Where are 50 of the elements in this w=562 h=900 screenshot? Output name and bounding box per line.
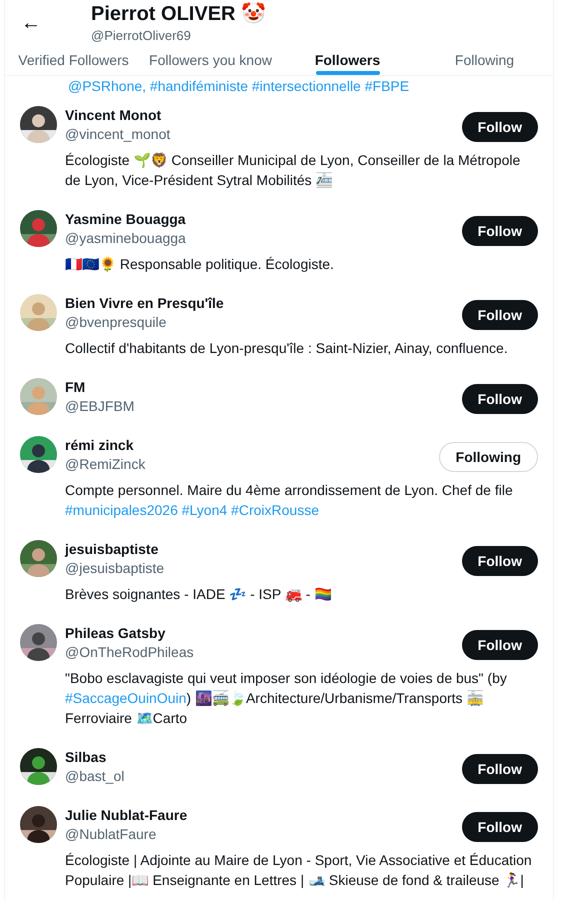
bio-text: Écologiste 🌱🦁 Conseiller Municipal de Lyon, Conseiller de la Métropole de Lyon, Vice-Président Sytral Mobilités 🚈 (65, 151, 522, 190)
profile-handle: @PierrotOliver69 (91, 27, 192, 46)
user-name: FM (65, 378, 86, 396)
follower-row[interactable]: Bien Vivre en Presqu'île @bvenpresquile Follow Collectif d'habitants de Lyon-presqu'île : Saint-Nizier, Ainay, confluence. (5, 284, 553, 368)
user-handle: @OnTheRodPhileas (65, 643, 194, 662)
follow-button[interactable]: Follow (462, 384, 538, 414)
tab[interactable]: Following (416, 46, 553, 75)
user-name: Julie Nublat-Faure (65, 806, 188, 824)
user-handle: @bast_ol (65, 767, 124, 786)
user-name: Vincent Monot (65, 106, 162, 124)
user-name: Yasmine Bouagga (65, 210, 186, 228)
bio-text: "Bobo esclavagiste qui veut imposer son idéologie de voies de bus" (by #SaccageOuinOuin) 🌆🚎🍃Architecture/Urbanisme/Transports 🚋 Ferroviaire 🗺Carto (65, 669, 508, 728)
follower-row[interactable]: jesuisbaptiste @jesuisbaptiste Follow Brèves soignantes - IADE 💤 - ISP 🚒 - 🏳‍🌈 (5, 530, 553, 614)
user-name: Silbas (65, 748, 108, 766)
user-name: Bien Vivre en Presqu'île (65, 294, 224, 312)
user-handle: @RemiZinck (65, 455, 146, 474)
user-name: jesuisbaptiste (65, 540, 160, 558)
follower-row[interactable]: Julie Nublat-Faure @NublatFaure Follow Écologiste | Adjointe au Maire de Lyon - Sport, Vie Associative et Éducation Populaire |📖 Enseignante en Lettres | 🎿 Skieuse de fond & traileuse 🏃‍♀| (5, 796, 553, 900)
tab[interactable]: Followers (279, 46, 416, 75)
bio-text: Écologiste | Adjointe au Maire de Lyon - Sport, Vie Associative et Éducation Populaire |📖 Enseignante en Lettres | 🎿 Skieuse de fond & traileuse 🏃‍♀| (65, 851, 533, 890)
user-handle: @EBJFBM (65, 397, 134, 416)
user-handle: @NublatFaure (65, 825, 158, 844)
follower-row[interactable]: FM @EBJFBM Follow (5, 368, 553, 426)
tab[interactable]: Verified Followers (5, 46, 142, 75)
bio-text: 🇫🇷🇪🇺🌻 Responsable politique. Écologiste. (65, 255, 335, 274)
back-button[interactable]: ← (21, 8, 45, 38)
user-handle: @bvenpresquile (65, 313, 168, 332)
follow-button[interactable]: Follow (462, 300, 538, 330)
follower-row[interactable]: Silbas @bast_ol Follow (5, 738, 553, 796)
follow-button[interactable]: Follow (462, 112, 538, 142)
user-name: Phileas Gatsby (65, 624, 166, 642)
follow-button[interactable]: Follow (462, 630, 538, 660)
user-handle: @yasminebouagga (65, 229, 186, 248)
follower-row[interactable]: Yasmine Bouagga @yasminebouagga Follow 🇫🇷🇪🇺🌻 Responsable politique. Écologiste. (5, 200, 553, 284)
follower-row[interactable]: rémi zinck @RemiZinck Following Compte personnel. Maire du 4ème arrondissement de Lyon. Chef de file #municipales2026 #Lyon4 #CroixRousse (5, 426, 553, 530)
follow-button[interactable]: Follow (462, 754, 538, 784)
follow-button[interactable]: Follow (462, 812, 538, 842)
follow-button[interactable]: Follow (462, 546, 538, 576)
follower-row[interactable]: Phileas Gatsby @OnTheRodPhileas Follow "Bobo esclavagiste qui veut imposer son idéologie de voies de bus" (by #SaccageOuinOuin) 🌆🚎🍃Architecture/Urbanisme/Transports 🚋 Ferroviaire 🗺Carto (5, 614, 553, 738)
profile-name: Pierrot OLIVER 🤡 (91, 2, 266, 26)
bio-text: Compte personnel. Maire du 4ème arrondissement de Lyon. Chef de file #municipales2026 #Lyon4 #CroixRousse (65, 481, 514, 520)
bio-text: Collectif d'habitants de Lyon-presqu'île : Saint-Nizier, Ainay, confluence. (65, 339, 509, 358)
user-handle: @jesuisbaptiste (65, 559, 164, 578)
follow-button[interactable]: Follow (462, 216, 538, 246)
user-handle: @vincent_monot (65, 125, 170, 144)
tab[interactable]: Followers you know (142, 46, 279, 75)
bio-text: Brèves soignantes - IADE 💤 - ISP 🚒 - 🏳‍🌈 (65, 585, 332, 604)
follower-row[interactable]: Vincent Monot @vincent_monot Follow Écologiste 🌱🦁 Conseiller Municipal de Lyon, Conseiller de la Métropole de Lyon, Vice-Président Sytral Mobilités 🚈 (5, 96, 553, 200)
user-name: rémi zinck (65, 436, 134, 454)
following-button[interactable]: Following (438, 442, 538, 472)
